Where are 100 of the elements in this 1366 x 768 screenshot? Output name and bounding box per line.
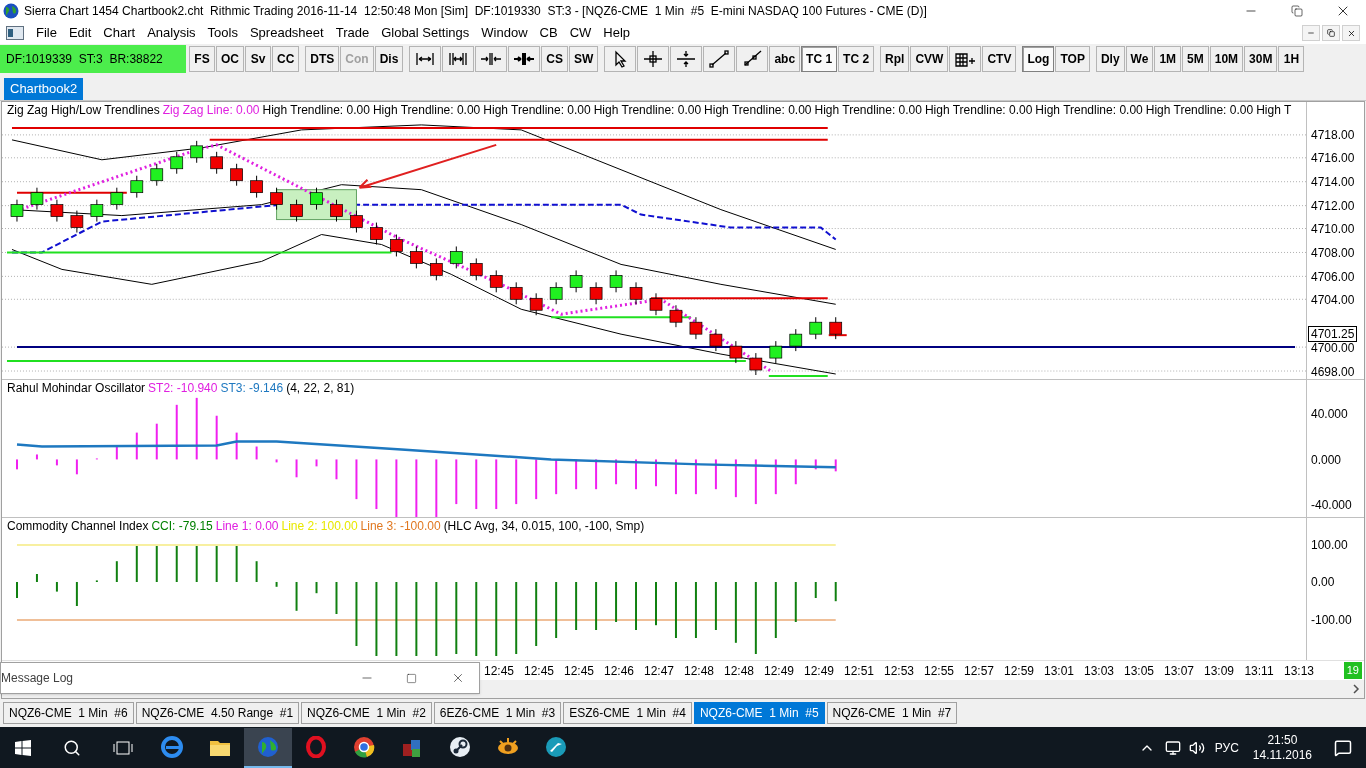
toolbar-button[interactable]: Rpl xyxy=(880,46,910,72)
menu-item[interactable]: Trade xyxy=(329,23,376,43)
axis-label: 0.000 xyxy=(1311,453,1342,467)
menu-item[interactable]: Analysis xyxy=(141,23,202,43)
chart-tab[interactable]: NQZ6-CME 1 Min #5 xyxy=(693,702,825,724)
chart-tab[interactable]: NQZ6-CME 1 Min #2 xyxy=(301,702,432,724)
study-value: High Trendline: 0.00 xyxy=(372,103,481,117)
time-label: 13:11 xyxy=(1243,662,1275,680)
toolbar-button[interactable]: DTS xyxy=(305,46,340,72)
time-label: 12:46 xyxy=(603,662,635,680)
toolbar-button[interactable]: 1M xyxy=(1154,46,1182,72)
toolbar-button[interactable]: CTV xyxy=(982,46,1017,72)
time-label: 13:09 xyxy=(1203,662,1235,680)
chart-tab[interactable]: 6EZ6-CME 1 Min #3 xyxy=(433,702,562,724)
toolbar-button[interactable]: Log xyxy=(1022,46,1055,72)
time-label: 12:53 xyxy=(883,662,915,680)
study-value: High Trendline: 0.00 xyxy=(704,103,812,117)
price-label: 4716.00 xyxy=(1311,151,1355,165)
toolbar-button[interactable]: SW xyxy=(569,46,599,72)
toolbar-button[interactable]: We xyxy=(1125,46,1154,72)
toolbar-button[interactable]: CC xyxy=(272,46,300,72)
study-value: High Trendline: 0.00 xyxy=(1145,103,1254,117)
price-label: 4710.00 xyxy=(1311,222,1355,236)
time-label: 12:45 xyxy=(523,662,555,680)
study-value: High Trendline: 0.00 xyxy=(593,103,702,117)
study-value: High Trendline: 0.00 xyxy=(262,103,370,117)
axis-label: -100.00 xyxy=(1311,613,1352,627)
menu-item[interactable]: CB xyxy=(533,23,564,43)
toolbar-button[interactable]: FS xyxy=(189,46,215,72)
menu-item[interactable]: Edit xyxy=(62,23,98,43)
bar-count-badge: 19 xyxy=(1343,662,1362,679)
time-label: 12:45 xyxy=(483,662,515,680)
price-label: 4700.00 xyxy=(1311,341,1355,355)
study-value: ST2: -10.940 xyxy=(148,381,218,395)
price-label: 4698.00 xyxy=(1311,365,1355,379)
study-value: (4, 22, 2, 81) xyxy=(286,381,355,395)
toolbar-button[interactable]: TC 2 xyxy=(838,46,875,72)
toolbar-button[interactable]: CS xyxy=(541,46,569,72)
time-label: 12:59 xyxy=(1003,662,1035,680)
menu-item[interactable]: Tools xyxy=(201,23,244,43)
time-label: 12:57 xyxy=(963,662,995,680)
toolbar-button[interactable]: TOP xyxy=(1055,46,1090,72)
time-label: 12:48 xyxy=(683,662,715,680)
price-label: 4708.00 xyxy=(1311,246,1355,260)
clock-time: 21:50 xyxy=(1267,732,1298,748)
study-value: High Trendline: 0.00 xyxy=(1035,103,1143,117)
time-label: 12:55 xyxy=(923,662,955,680)
toolbar-button[interactable]: Dis xyxy=(374,46,404,72)
panel-title: Commodity Channel Index xyxy=(7,519,149,533)
time-label: 13:05 xyxy=(1123,662,1155,680)
menu-item[interactable]: Global Settings xyxy=(375,23,476,43)
toolbar-button[interactable]: 30M xyxy=(1244,46,1278,72)
menu-item[interactable]: Window xyxy=(475,23,534,43)
toolbar-button[interactable]: 1H xyxy=(1278,46,1305,72)
time-label: 12:49 xyxy=(803,662,835,680)
time-label: 13:13 xyxy=(1283,662,1315,680)
last-price-label: 4701.25 xyxy=(1308,326,1358,342)
study-value: Line 2: 100.00 xyxy=(281,519,358,533)
menu-item[interactable]: Spreadsheet xyxy=(243,23,330,43)
time-label: 13:07 xyxy=(1163,662,1195,680)
clock-date: 14.11.2016 xyxy=(1252,747,1312,763)
status-box: DF:1019339 ST:3 BR:38822 xyxy=(0,45,186,73)
study-value: Line 3: -100.00 xyxy=(360,519,441,533)
panel-title: Rahul Mohindar Oscillator xyxy=(7,381,146,395)
toolbar-button[interactable]: Sv xyxy=(245,46,271,72)
toolbar-button[interactable]: 10M xyxy=(1209,46,1244,72)
toolbar-button[interactable]: TC 1 xyxy=(801,46,838,72)
toolbar-button[interactable]: 5M xyxy=(1182,46,1209,72)
chart-tab[interactable]: ESZ6-CME 1 Min #4 xyxy=(563,702,692,724)
study-value: Zig Zag Line: 0.00 xyxy=(162,103,260,117)
axis-label: -40.000 xyxy=(1311,498,1352,512)
study-value: CCI: -79.15 xyxy=(151,519,213,533)
toolbar-button[interactable]: Dly xyxy=(1095,46,1125,72)
time-label: 13:01 xyxy=(1043,662,1075,680)
time-label: 12:48 xyxy=(723,662,755,680)
axis-label: 0.00 xyxy=(1311,575,1335,589)
study-value: High Trendline: 0.00 xyxy=(814,103,922,117)
axis-label: 40.000 xyxy=(1311,407,1348,421)
chartbook-tab[interactable]: Chartbook2 xyxy=(4,78,84,100)
menu-item[interactable]: Help xyxy=(597,23,637,43)
chart-tab[interactable]: NQZ6-CME 4.50 Range #1 xyxy=(135,702,300,724)
menu-item[interactable]: CW xyxy=(563,23,598,43)
chart-tab[interactable]: NQZ6-CME 1 Min #6 xyxy=(3,702,134,724)
price-label: 4714.00 xyxy=(1311,175,1355,189)
study-value: High T xyxy=(1256,103,1292,117)
language-indicator[interactable]: РУС xyxy=(1214,738,1239,757)
toolbar-button[interactable]: abc xyxy=(769,46,801,72)
message-log-title: Message Log xyxy=(1,670,75,687)
price-label: 4712.00 xyxy=(1311,199,1355,213)
menu-item[interactable]: File xyxy=(30,23,63,43)
study-value: Line 1: 0.00 xyxy=(215,519,279,533)
toolbar-button[interactable]: OC xyxy=(216,46,244,72)
study-value: High Trendline: 0.00 xyxy=(924,103,1033,117)
price-label: 4706.00 xyxy=(1311,270,1355,284)
time-label: 13:03 xyxy=(1083,662,1115,680)
menu-item[interactable]: Chart xyxy=(97,23,142,43)
toolbar-button[interactable]: CVW xyxy=(910,46,949,72)
chart-tab[interactable]: NQZ6-CME 1 Min #7 xyxy=(826,702,958,724)
axis-label: 100.00 xyxy=(1311,538,1348,552)
time-label: 12:45 xyxy=(563,662,595,680)
